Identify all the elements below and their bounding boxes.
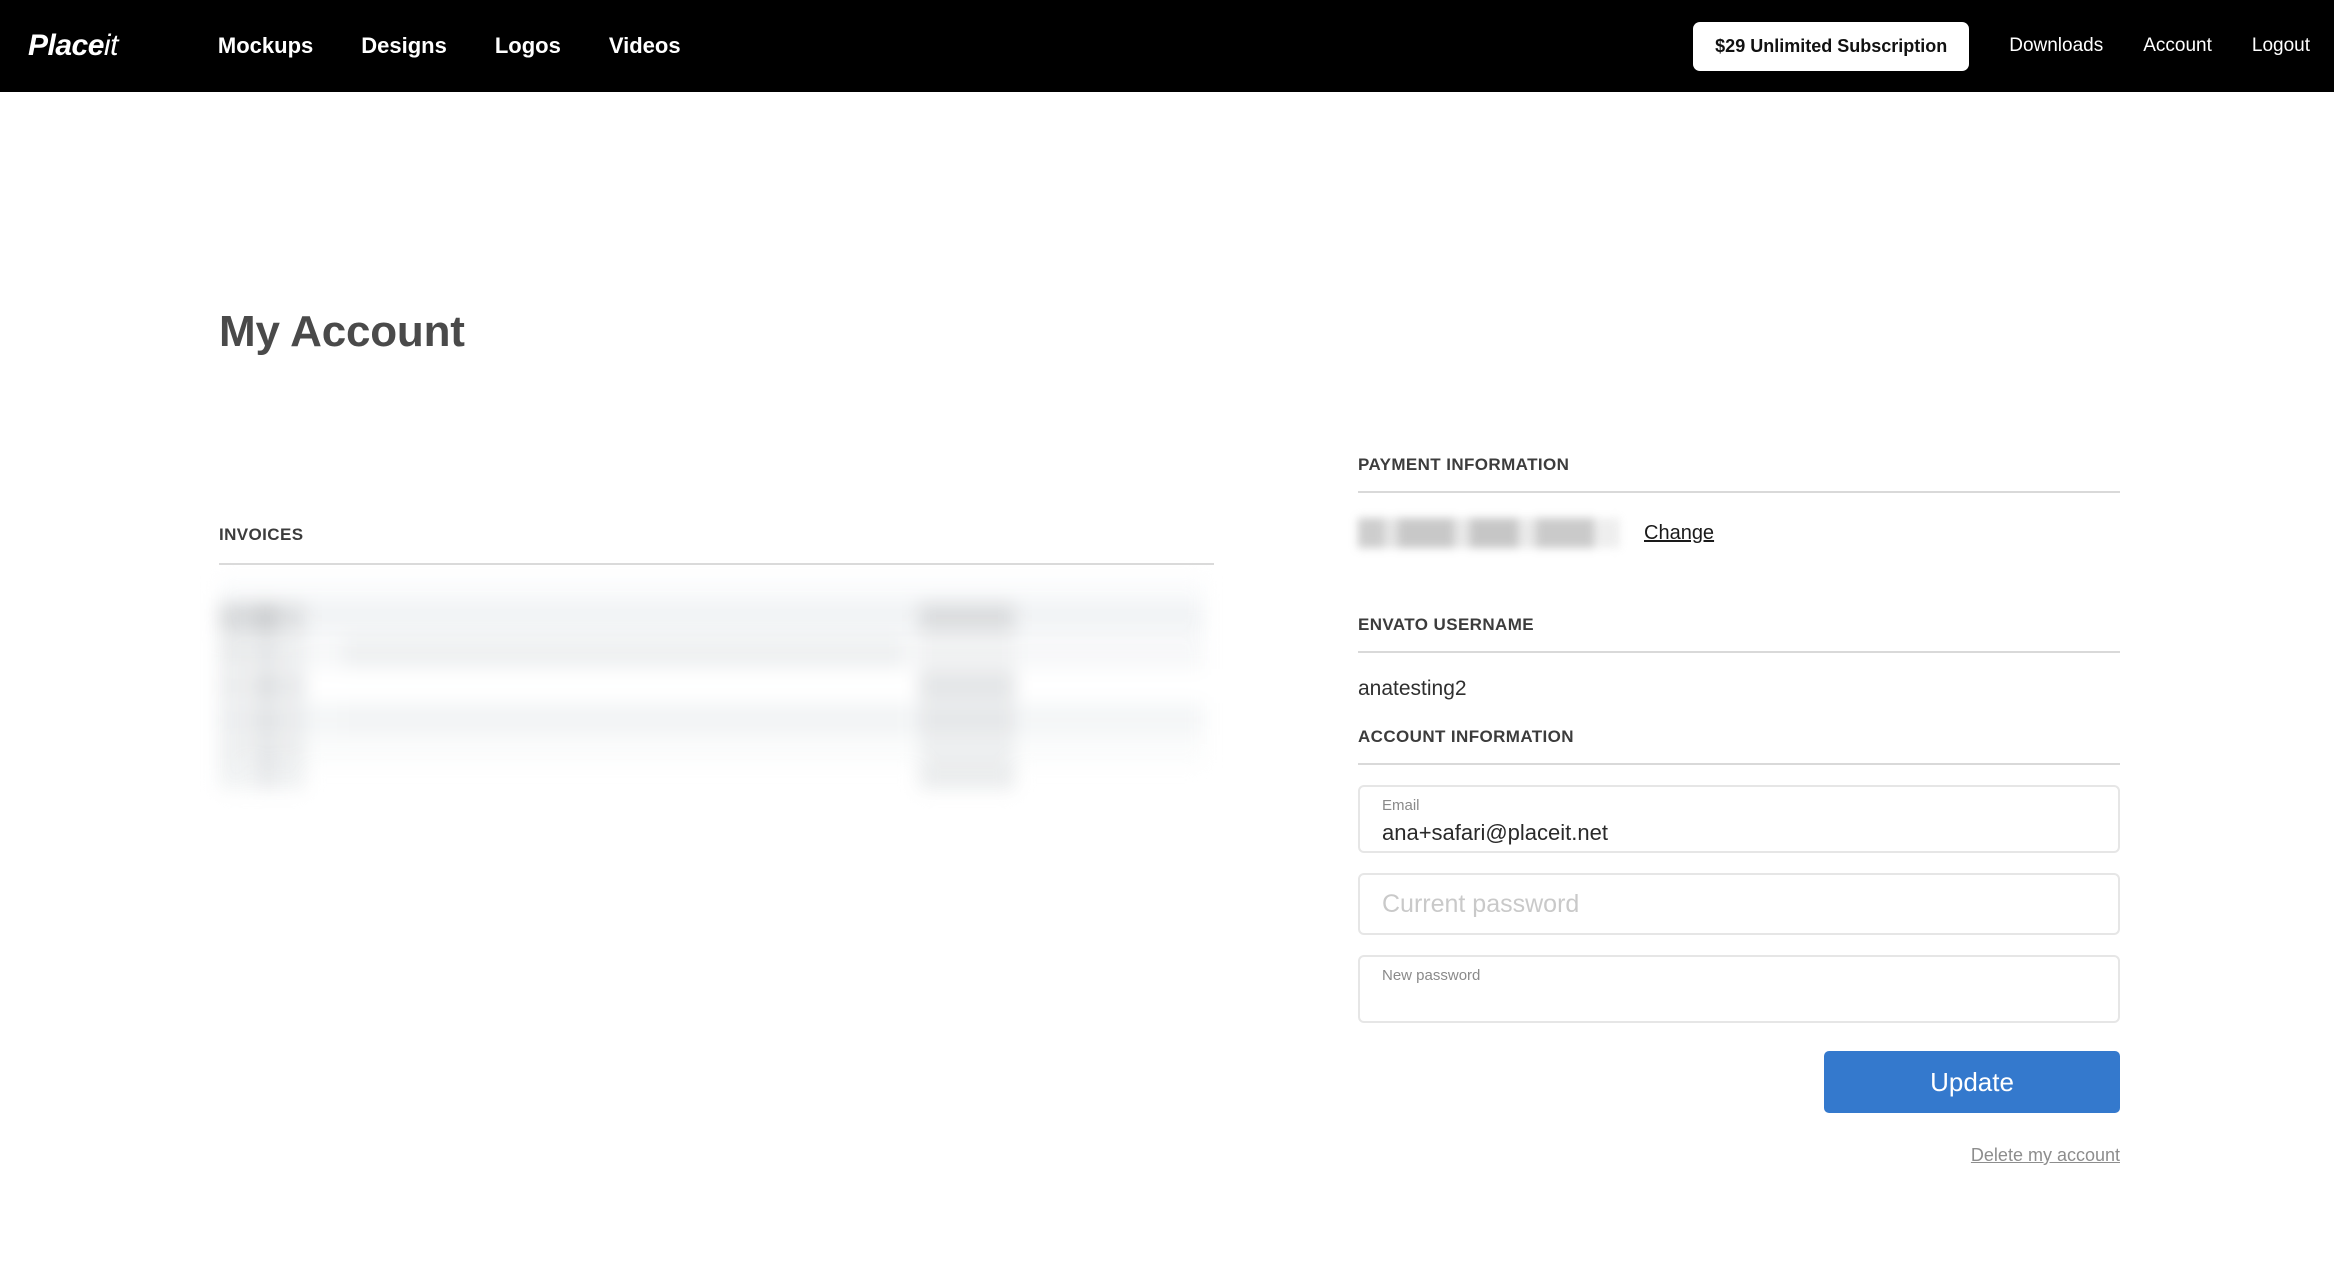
invoices-cell	[919, 765, 1015, 789]
invoices-cell	[343, 705, 903, 735]
envato-username-heading: ENVATO USERNAME	[1358, 615, 2120, 635]
invoices-table-header-bar	[219, 579, 1204, 601]
section-spacer	[1358, 701, 2120, 727]
top-navigation-bar: Placeit Mockups Designs Logos Videos $29…	[0, 0, 2334, 92]
invoices-cell	[219, 737, 249, 767]
change-payment-link[interactable]: Change	[1644, 522, 1714, 545]
invoices-cell	[253, 765, 279, 789]
invoices-cell	[253, 637, 279, 667]
delete-account-row: Delete my account	[1358, 1145, 2120, 1166]
invoices-table-row	[219, 637, 1204, 667]
envato-username-section: ENVATO USERNAME anatesting2	[1358, 615, 2120, 701]
invoices-cell	[253, 603, 279, 633]
secondary-nav: $29 Unlimited Subscription Downloads Acc…	[1693, 0, 2310, 92]
delete-my-account-link[interactable]: Delete my account	[1971, 1145, 2120, 1166]
invoices-table-row	[219, 671, 1204, 701]
payment-information-heading: PAYMENT INFORMATION	[1358, 455, 2120, 475]
email-field-label: Email	[1382, 798, 2096, 815]
invoices-section: INVOICES	[219, 525, 1214, 789]
invoices-cell	[253, 737, 279, 767]
account-information-section: ACCOUNT INFORMATION Email ana+safari@pla…	[1358, 727, 2120, 1166]
envato-username-value: anatesting2	[1358, 677, 2120, 701]
envato-username-divider	[1358, 651, 2120, 653]
section-spacer	[1358, 555, 2120, 615]
nav-item-logos[interactable]: Logos	[495, 33, 561, 59]
invoices-heading: INVOICES	[219, 525, 1214, 545]
invoices-cell	[281, 671, 305, 701]
payment-method-row: Change	[1358, 511, 2120, 555]
invoices-cell	[281, 737, 305, 767]
invoices-cell	[919, 671, 1015, 701]
email-field[interactable]: Email ana+safari@placeit.net	[1358, 785, 2120, 853]
invoices-cell	[219, 603, 251, 633]
nav-item-videos[interactable]: Videos	[609, 33, 681, 59]
invoices-table-row	[219, 765, 1204, 789]
primary-nav: Mockups Designs Logos Videos	[218, 33, 681, 59]
invoices-cell	[219, 765, 249, 789]
logo-text-strong: Place	[28, 29, 104, 62]
invoices-cell	[219, 705, 249, 735]
invoices-cell	[919, 603, 1015, 633]
placeit-logo[interactable]: Placeit	[28, 29, 118, 63]
current-password-field[interactable]: Current password	[1358, 873, 2120, 935]
payment-information-divider	[1358, 491, 2120, 493]
current-password-placeholder: Current password	[1382, 890, 1579, 919]
invoices-cell	[219, 671, 249, 701]
invoices-cell	[281, 603, 305, 633]
nav-item-mockups[interactable]: Mockups	[218, 33, 313, 59]
invoices-cell	[343, 637, 903, 667]
invoices-cell	[919, 737, 1015, 767]
invoices-cell	[281, 637, 305, 667]
update-button[interactable]: Update	[1824, 1051, 2120, 1113]
invoices-table-redacted	[219, 579, 1204, 789]
nav-link-logout[interactable]: Logout	[2252, 35, 2310, 57]
new-password-field[interactable]: New password	[1358, 955, 2120, 1023]
account-information-divider	[1358, 763, 2120, 765]
invoices-cell	[253, 671, 279, 701]
account-information-heading: ACCOUNT INFORMATION	[1358, 727, 2120, 747]
invoices-cell	[281, 765, 305, 789]
payment-information-section: PAYMENT INFORMATION Change	[1358, 455, 2120, 555]
invoices-cell	[919, 637, 1015, 667]
nav-link-account[interactable]: Account	[2143, 35, 2212, 57]
nav-item-designs[interactable]: Designs	[361, 33, 447, 59]
invoices-table-row	[219, 603, 1204, 633]
masked-card-number	[1358, 518, 1620, 548]
page-title: My Account	[219, 307, 465, 357]
account-panel: PAYMENT INFORMATION Change ENVATO USERNA…	[1358, 455, 2120, 1166]
new-password-label: New password	[1382, 968, 2096, 985]
invoices-cell	[253, 705, 279, 735]
invoices-divider	[219, 563, 1214, 565]
invoices-table-row	[219, 737, 1204, 767]
invoices-cell	[219, 637, 249, 667]
invoices-cell	[281, 705, 305, 735]
invoices-table-row	[219, 705, 1204, 735]
logo-text-light: it	[104, 29, 118, 62]
nav-link-downloads[interactable]: Downloads	[2009, 35, 2103, 57]
email-field-value: ana+safari@placeit.net	[1382, 820, 2096, 846]
unlimited-subscription-button[interactable]: $29 Unlimited Subscription	[1693, 22, 1969, 71]
invoices-cell	[919, 705, 1015, 735]
form-actions: Update	[1358, 1051, 2120, 1113]
